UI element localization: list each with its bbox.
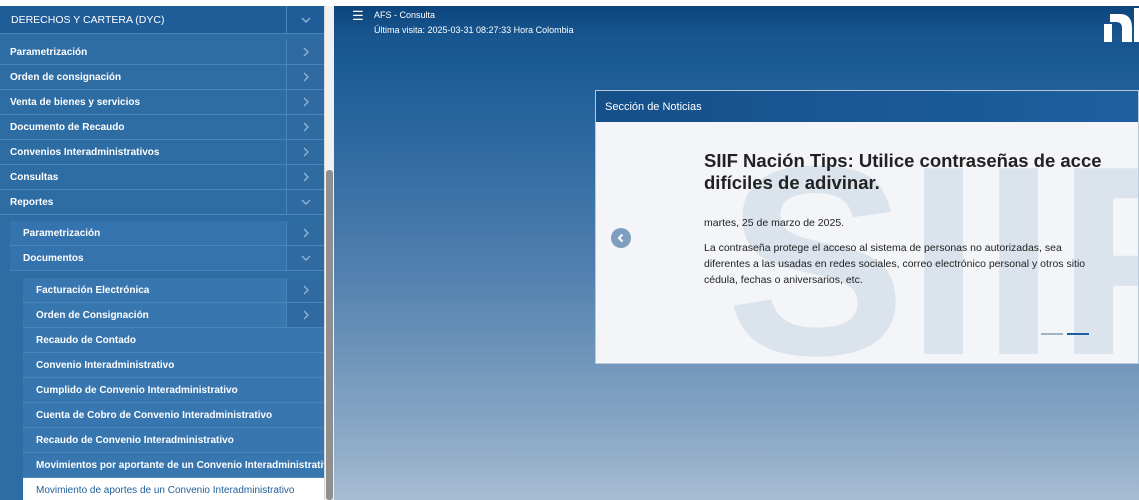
sidebar-item-label: Recaudo de Convenio Interadministrativo (36, 434, 234, 446)
sidebar-item-label: Documentos (23, 252, 84, 264)
chevron-down-icon[interactable] (286, 6, 324, 33)
sidebar-item-label: Cuenta de Cobro de Convenio Interadminis… (36, 409, 273, 421)
carousel-indicator-active[interactable] (1067, 333, 1089, 335)
sidebar-item-consultas[interactable]: Consultas (0, 165, 324, 190)
news-panel: Sección de Noticias SIIF SIIF Nación Tip… (595, 90, 1139, 364)
sidebar-item-convenio-interadministrativo[interactable]: Convenio Interadministrativo (23, 353, 324, 378)
sidebar-item-recaudo-contado[interactable]: Recaudo de Contado (23, 328, 324, 353)
sidebar-item-label: Recaudo de Contado (36, 334, 137, 346)
sidebar-scrollbar-thumb[interactable] (326, 170, 333, 500)
news-date: martes, 25 de marzo de 2025. (704, 217, 845, 229)
previous-slide-button[interactable] (611, 228, 631, 248)
news-carousel: SIIF SIIF Nación Tips: Utilice contraseñ… (596, 122, 1138, 364)
sidebar-item-convenios[interactable]: Convenios Interadministrativos (0, 140, 324, 165)
top-header: ☰ AFS - Consulta Última visita: 2025-03-… (334, 6, 1139, 42)
sidebar-item-movimiento-aportes[interactable]: Movimiento de aportes de un Convenio Int… (23, 478, 324, 500)
news-title-line: SIIF Nación Tips: Utilice contraseñas de… (704, 150, 1102, 171)
news-title-line: difíciles de adivinar. (704, 172, 880, 193)
sidebar-item-documento-recaudo[interactable]: Documento de Recaudo (0, 115, 324, 140)
sidebar-item-label: Facturación Electrónica (36, 284, 150, 296)
chevron-right-icon[interactable] (286, 165, 324, 189)
news-body-line: La contraseña protege el acceso al siste… (704, 242, 1062, 254)
sidebar-item-label: Reportes (10, 196, 54, 208)
carousel-indicator[interactable] (1041, 333, 1063, 335)
news-body-line: diferentes a las usadas en redes sociale… (704, 258, 1086, 270)
news-body-line: cédula, fechas o aniversarios, etc. (704, 274, 863, 286)
sidebar-item-movimientos-aportante[interactable]: Movimientos por aportante de un Convenio… (23, 453, 324, 478)
chevron-right-icon[interactable] (286, 90, 324, 114)
sidebar-item-venta-bienes[interactable]: Venta de bienes y servicios (0, 90, 324, 115)
sidebar-item-reportes[interactable]: Reportes (0, 190, 324, 215)
chevron-down-icon[interactable] (286, 246, 324, 270)
sidebar-item-cuenta-cobro-convenio[interactable]: Cuenta de Cobro de Convenio Interadminis… (23, 403, 324, 428)
sidebar-item-label: Cumplido de Convenio Interadministrativo (36, 384, 238, 396)
sidebar-item-orden-consignacion[interactable]: Orden de consignación (0, 65, 324, 90)
news-body-text: La contraseña protege el acceso al siste… (704, 240, 1138, 288)
sidebar-item-label: Documento de Recaudo (10, 121, 125, 133)
last-visit-text: Última visita: 2025-03-31 08:27:33 Hora … (374, 25, 574, 35)
menu-header-dyc[interactable]: DERECHOS Y CARTERA (DYC) (0, 6, 324, 34)
chevron-right-icon[interactable] (286, 221, 324, 245)
sidebar-item-cumplido-convenio[interactable]: Cumplido de Convenio Interadministrativo (23, 378, 324, 403)
sidebar-item-reportes-parametrizacion[interactable]: Parametrización (10, 221, 324, 246)
sidebar-item-documentos[interactable]: Documentos (10, 246, 324, 271)
chevron-right-icon[interactable] (286, 278, 324, 302)
sidebar-item-label: Movimientos por aportante de un Convenio… (36, 459, 324, 471)
sidebar-item-recaudo-convenio[interactable]: Recaudo de Convenio Interadministrativo (23, 428, 324, 453)
sidebar-item-label: Convenios Interadministrativos (10, 146, 160, 158)
menu-header-label: DERECHOS Y CARTERA (DYC) (11, 13, 165, 26)
sidebar-item-label: Convenio Interadministrativo (36, 359, 175, 371)
logo (1104, 8, 1139, 42)
sidebar-item-label: Venta de bienes y servicios (10, 96, 141, 108)
chevron-right-icon[interactable] (286, 65, 324, 89)
chevron-down-icon[interactable] (286, 190, 324, 214)
sidebar-item-label: Orden de Consignación (36, 309, 149, 321)
sidebar-item-label: Consultas (10, 171, 59, 183)
main-content: ☰ AFS - Consulta Última visita: 2025-03-… (334, 6, 1139, 500)
news-title: SIIF Nación Tips: Utilice contraseñas de… (704, 150, 1138, 194)
sidebar-item-orden-de-consignacion[interactable]: Orden de Consignación (23, 303, 324, 328)
sidebar-item-label: Parametrización (23, 227, 101, 239)
sidebar-item-parametrizacion[interactable]: Parametrización (0, 40, 324, 65)
sidebar-item-label: Parametrización (10, 46, 88, 58)
news-section-title: Sección de Noticias (596, 91, 1138, 122)
chevron-right-icon[interactable] (286, 115, 324, 139)
chevron-right-icon[interactable] (286, 40, 324, 64)
app-name: AFS - Consulta (374, 10, 436, 20)
sidebar-menu: DERECHOS Y CARTERA (DYC) Parametrización… (0, 6, 324, 500)
chevron-right-icon[interactable] (286, 140, 324, 164)
sidebar-item-label: Movimiento de aportes de un Convenio Int… (36, 484, 295, 496)
hamburger-icon[interactable]: ☰ (352, 8, 364, 24)
chevron-right-icon[interactable] (286, 303, 324, 327)
sidebar-item-label: Orden de consignación (10, 71, 122, 83)
sidebar-item-facturacion-electronica[interactable]: Facturación Electrónica (23, 278, 324, 303)
